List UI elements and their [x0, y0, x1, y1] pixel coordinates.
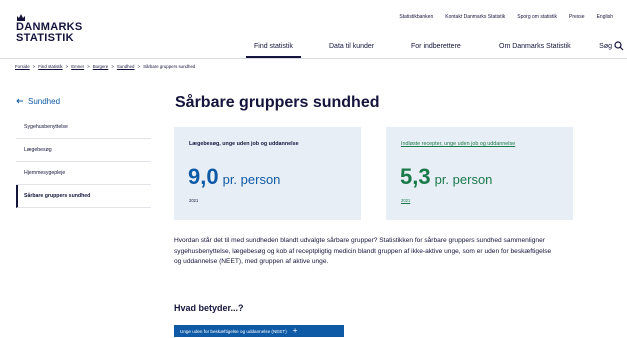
danmarks-statistik-logo[interactable]: DANMARKS STATISTIK — [16, 13, 96, 44]
mainnav-om-danmarks-statistik[interactable]: Om Danmarks Statistik — [499, 43, 571, 50]
breadcrumb-emner[interactable]: Emner — [71, 64, 84, 69]
mainnav-find-statistik[interactable]: Find statistik — [246, 43, 301, 58]
stat-card-recepter: Indløste recepter, unge uden job og udda… — [386, 127, 573, 220]
sidebar-item-hjemmesygepleje[interactable]: Hjemmesygepleje — [16, 162, 151, 185]
section-heading-hvad-betyder: Hvad betyder...? — [174, 303, 244, 313]
breadcrumb-separator: > — [87, 64, 90, 69]
topnav-link-statistikbanken[interactable]: Statistikbanken — [399, 14, 433, 20]
stat-card-number: 5,3 — [400, 164, 431, 189]
topnav-link-english[interactable]: English — [597, 14, 613, 20]
breadcrumb-separator: > — [137, 64, 141, 69]
stat-card-number: 9,0 — [188, 164, 219, 189]
accordion-label: Unge uden for beskæftigelse og uddannels… — [180, 328, 287, 334]
mainnav-data-til-kunder[interactable]: Data til kunder — [329, 43, 374, 50]
arrow-left-icon — [16, 98, 23, 104]
breadcrumb-separator: > — [111, 64, 114, 69]
sidebar-item-sygehusbenyttelse[interactable]: Sygehusbenyttelse — [16, 116, 151, 139]
breadcrumb-separator: > — [65, 64, 69, 69]
breadcrumb-separator: > — [32, 64, 36, 69]
stat-card-year-link[interactable]: 2021 — [401, 198, 410, 203]
stat-card-year: 2021 — [189, 198, 199, 203]
search-button[interactable]: Søg — [599, 41, 624, 51]
breadcrumb-find-statistik[interactable]: Find statistik — [38, 64, 62, 69]
sidebar-item-laegebesoeg[interactable]: Lægebesøg — [16, 139, 151, 162]
intro-paragraph: Hvordan står det til med sundheden bland… — [174, 237, 552, 265]
stat-card-title-link[interactable]: Indløste recepter, unge uden job og udda… — [401, 141, 561, 148]
page-title: Sårbare gruppers sundhed — [175, 94, 380, 111]
breadcrumb-current: Sårbare gruppers sundhed — [143, 64, 196, 69]
search-icon — [614, 41, 624, 51]
stat-card-unit: pr. person — [434, 172, 493, 187]
sidebar-item-saarbare-gruppers-sundhed[interactable]: Sårbare gruppers sundhed — [16, 185, 151, 208]
stat-card-value: 5,3 pr. person — [400, 164, 492, 190]
site-header: DANMARKS STATISTIK Statistikbanken Konta… — [0, 0, 627, 58]
breadcrumb-borgere[interactable]: Borgere — [93, 64, 109, 69]
breadcrumb: Forside > Find statistik > Emner > Borge… — [15, 64, 195, 69]
stat-card-laegebesoeg: Lægebesøg, unge uden job og uddannelse 9… — [174, 127, 361, 220]
stat-card-title: Lægebesøg, unge uden job og uddannelse — [189, 141, 299, 147]
mainnav-for-indberettere[interactable]: For indberettere — [411, 43, 461, 50]
search-label: Søg — [599, 42, 612, 50]
main-nav: Find statistik Data til kunder For indbe… — [244, 40, 627, 58]
accordion-neet-button[interactable]: Unge uden for beskæftigelse og uddannels… — [174, 325, 344, 337]
breadcrumb-sundhed[interactable]: Sundhed — [117, 64, 135, 69]
utility-nav: Statistikbanken Kontakt Danmarks Statist… — [399, 14, 613, 20]
logo-text-line2: STATISTIK — [16, 32, 74, 44]
header-divider — [0, 58, 627, 59]
stat-card-unit: pr. person — [222, 172, 281, 187]
topnav-link-kontakt[interactable]: Kontakt Danmarks Statistik — [445, 14, 505, 20]
stat-card-value: 9,0 pr. person — [188, 164, 280, 190]
sidebar: Sundhed Sygehusbenyttelse Lægebesøg Hjem… — [16, 92, 151, 208]
sidebar-back-label: Sundhed — [28, 96, 61, 106]
sidebar-back-link[interactable]: Sundhed — [16, 92, 151, 110]
breadcrumb-forside[interactable]: Forside — [15, 64, 30, 69]
topnav-link-presse[interactable]: Presse — [569, 14, 585, 20]
sidebar-list: Sygehusbenyttelse Lægebesøg Hjemmesygepl… — [16, 116, 151, 208]
plus-icon: + — [292, 326, 298, 335]
topnav-link-sporg[interactable]: Sporg om statistik — [517, 14, 557, 20]
